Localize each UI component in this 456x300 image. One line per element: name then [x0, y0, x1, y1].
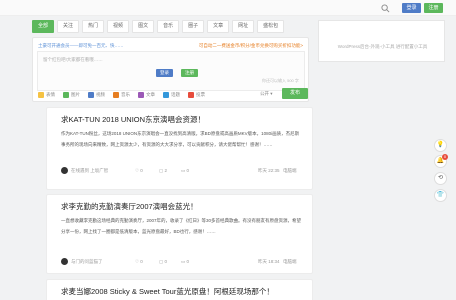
- tab-extra[interactable]: 盛松包: [257, 20, 285, 33]
- tab-image-text[interactable]: 图文: [132, 20, 155, 33]
- post-excerpt: 作为KAT-TUN粉丝，这场2018 UNION东京演唱会一直没找到高清版。求B…: [61, 131, 300, 147]
- post-excerpt: 一直想收藏李克勤这场经典的克勤演奏厅，2007年的，收录了《红日》等30多首经典…: [61, 218, 302, 234]
- tab-circle[interactable]: 圈子: [182, 20, 205, 33]
- clock-icon: ⟲: [437, 175, 444, 181]
- post-meta: 与门的问蓝猫了 ♡ 0 ▢ 0 ▭ 0 昨天 18:34 电脑端: [61, 257, 301, 267]
- post-card[interactable]: 求KAT-TUN 2018 UNION东京演唱会资源！ 作为KAT-TUN粉丝，…: [46, 107, 313, 190]
- tab-following[interactable]: 关注: [57, 20, 80, 33]
- tool-music[interactable]: 音乐: [113, 91, 130, 98]
- post-textarea[interactable]: 留个红包吧!大家都在看哦…… 登录 注册: [37, 51, 305, 91]
- vote-icon: [188, 91, 194, 98]
- points-notice[interactable]: 可自动二一费送金币/积分/金币兑换可购买折扣功能>: [199, 43, 303, 49]
- music-icon: [113, 91, 119, 98]
- lightbulb-button[interactable]: 💡: [434, 139, 447, 152]
- post-title[interactable]: 求KAT-TUN 2018 UNION东京演唱会资源！: [61, 114, 205, 125]
- post-title[interactable]: 求麦当娜2008 Sticky & Sweet Tour蓝光原盘！阿根廷现场那个…: [61, 286, 274, 297]
- avatar[interactable]: [61, 167, 68, 174]
- history-button[interactable]: ⟲: [434, 172, 447, 185]
- tool-topic[interactable]: 话题: [163, 91, 180, 98]
- tab-links[interactable]: 网址: [232, 20, 255, 33]
- comments-count[interactable]: ▭ 0: [181, 259, 189, 265]
- avatar[interactable]: [61, 258, 68, 265]
- tool-emoji[interactable]: 表情: [38, 91, 55, 98]
- comments-count[interactable]: ▭ 0: [181, 168, 189, 174]
- tab-music[interactable]: 音乐: [157, 20, 180, 33]
- tool-video[interactable]: 视频: [88, 91, 105, 98]
- search-icon[interactable]: [381, 4, 390, 13]
- post-author[interactable]: 与门的问蓝猫了: [71, 259, 103, 265]
- category-tabs: 全部 关注 热门 视频 图文 音乐 圈子 文章 网址 盛松包: [32, 20, 287, 34]
- tool-image[interactable]: 图片: [63, 91, 80, 98]
- tool-vote[interactable]: 投票: [188, 91, 205, 98]
- composer-toolbar: 表情 图片 视频 音乐 文章 话题 投票 公开 ▾ 发布: [32, 87, 309, 102]
- composer-login-button[interactable]: 登录: [156, 69, 173, 77]
- image-icon: [63, 91, 69, 98]
- messages-button[interactable]: 🔔 0: [434, 154, 448, 168]
- shirt-icon: 👕: [436, 192, 445, 198]
- emoji-icon: [38, 91, 44, 98]
- post-source: 电脑端: [283, 259, 297, 264]
- likes-count[interactable]: ▢ 0: [159, 259, 167, 265]
- composer-register-button[interactable]: 注册: [181, 69, 198, 77]
- sidebar-widget-text: WordPress后台-外观-小工具 进行配置小工具: [337, 44, 428, 49]
- sidebar-widget: WordPress后台-外观-小工具 进行配置小工具: [318, 20, 445, 62]
- post-meta: 在线遇到 上坂广智 ♡ 0 ▢ 2 ▭ 0 昨天 22:35 电脑端: [61, 166, 301, 176]
- login-button[interactable]: 登录: [402, 3, 421, 13]
- tool-article[interactable]: 文章: [138, 91, 155, 98]
- lightbulb-icon: 💡: [436, 142, 445, 148]
- post-source: 电脑端: [283, 168, 297, 173]
- register-button[interactable]: 注册: [424, 3, 443, 13]
- top-header: 登录 注册: [0, 0, 456, 16]
- publish-button[interactable]: 发布: [282, 88, 308, 99]
- tab-hot[interactable]: 热门: [82, 20, 105, 33]
- topic-icon: [163, 91, 169, 98]
- post-author[interactable]: 在线遇到 上坂广智: [71, 168, 108, 174]
- vip-notice[interactable]: 土豪可开通会员——即可免一百元、快……: [38, 43, 124, 49]
- views-count: ♡ 0: [135, 168, 143, 173]
- post-placeholder: 留个红包吧!大家都在看哦……: [43, 57, 103, 62]
- likes-count[interactable]: ▢ 2: [159, 168, 167, 174]
- video-icon: [88, 91, 94, 98]
- notification-badge: 0: [442, 154, 448, 160]
- shirt-button[interactable]: 👕: [434, 189, 447, 202]
- visibility-select[interactable]: 公开 ▾: [260, 91, 273, 97]
- post-time: 昨天 18:34: [258, 259, 280, 264]
- char-counter: 你还可以输入 500 字: [262, 78, 299, 83]
- post-card[interactable]: 求麦当娜2008 Sticky & Sweet Tour蓝光原盘！阿根廷现场那个…: [46, 279, 313, 300]
- tab-all[interactable]: 全部: [32, 20, 55, 33]
- tab-video[interactable]: 视频: [107, 20, 130, 33]
- post-time: 昨天 22:35: [258, 168, 280, 173]
- post-card[interactable]: 求李克勤的克勤演奏厅2007演唱会蓝光！ 一直想收藏李克勤这场经典的克勤演奏厅，…: [46, 194, 313, 274]
- post-title[interactable]: 求李克勤的克勤演奏厅2007演唱会蓝光！: [61, 201, 198, 212]
- views-count: ♡ 0: [135, 259, 143, 264]
- tab-article[interactable]: 文章: [207, 20, 230, 33]
- article-icon: [138, 91, 144, 98]
